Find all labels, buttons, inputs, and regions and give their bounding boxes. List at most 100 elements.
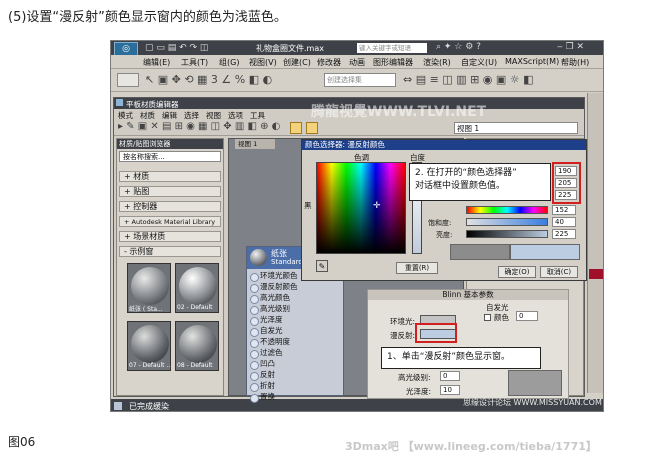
- menu-create[interactable]: 创建(C): [283, 57, 311, 70]
- menu-help[interactable]: 帮助(H): [561, 57, 589, 70]
- sample-slot-1[interactable]: 纸张 ( Sta...: [127, 263, 171, 313]
- menu-modifiers[interactable]: 修改器: [317, 57, 341, 70]
- menu-maxscript[interactable]: MAXScript(M): [505, 57, 559, 70]
- browser-search-input[interactable]: 按名称搜索...: [119, 151, 221, 162]
- value-slider[interactable]: [466, 230, 548, 238]
- cancel-button[interactable]: 取消(C): [540, 266, 578, 278]
- saturation-value[interactable]: 40: [552, 217, 576, 227]
- search-input[interactable]: 键入关键字或短语: [357, 43, 427, 53]
- ambient-label: 环境光:: [390, 317, 416, 326]
- toolbar-icons-left[interactable]: ↖ ▣ ✥ ⟲ ▦ 3 ∠ % ◧ ◐: [145, 73, 272, 86]
- eyedropper-icon[interactable]: ✎: [316, 260, 328, 272]
- selection-set-input[interactable]: 创建选择集: [324, 73, 396, 87]
- command-panel-strip[interactable]: [587, 93, 603, 393]
- group-scene-materials[interactable]: + 场景材质: [119, 231, 221, 242]
- menu-animation[interactable]: 动画: [349, 57, 365, 70]
- node-prop: 高光级别: [260, 304, 290, 313]
- menu-rendering[interactable]: 渲染(R): [423, 57, 451, 70]
- object-color-swatch[interactable]: [589, 269, 603, 279]
- blinn-rollout-title[interactable]: Blinn 基本参数: [368, 290, 568, 300]
- specular-level-input[interactable]: 0: [440, 371, 460, 381]
- group-autodesk-library[interactable]: + Autodesk Material Library: [119, 216, 221, 227]
- original-color-preview: [450, 244, 510, 260]
- sample-sphere: [131, 325, 169, 363]
- glossiness-input[interactable]: 10: [440, 385, 460, 395]
- sample-slot-3[interactable]: 07 - Default ...: [127, 321, 171, 371]
- glossiness-label: 光泽度:: [406, 387, 432, 396]
- menu-group[interactable]: 组(G): [219, 57, 239, 70]
- socket-specular-level[interactable]: [250, 306, 259, 315]
- node-preview-sphere: [250, 249, 267, 266]
- group-maps[interactable]: + 贴图: [119, 186, 221, 197]
- sample-slot-4[interactable]: 08 - Default: [175, 321, 219, 371]
- socket-opacity[interactable]: [250, 339, 259, 348]
- socket-bump[interactable]: [250, 361, 259, 370]
- menu-graph-editors[interactable]: 图形编辑器: [373, 57, 413, 70]
- sample-sphere: [179, 325, 217, 363]
- menu-views[interactable]: 视图(V): [249, 57, 277, 70]
- hue-blackness-field[interactable]: ✛: [316, 162, 406, 254]
- socket-displacement[interactable]: [250, 394, 259, 403]
- menu-customize[interactable]: 自定义(U): [461, 57, 497, 70]
- node-prop: 不透明度: [260, 337, 290, 346]
- ok-button[interactable]: 确定(O): [498, 266, 536, 278]
- socket-diffuse[interactable]: [250, 284, 259, 293]
- group-sample-slots[interactable]: - 示例窗: [119, 246, 221, 257]
- reset-button[interactable]: 重置(R): [396, 262, 438, 274]
- highlight-curve-preview: [508, 370, 562, 396]
- self-illum-color-label: 颜色: [494, 313, 509, 322]
- menu-edit[interactable]: 编辑(E): [143, 57, 170, 70]
- socket-reflection[interactable]: [250, 372, 259, 381]
- socket-glossiness[interactable]: [250, 317, 259, 326]
- slate-toolbar-icons[interactable]: ▸ ✎ ▣ ✕ ▤ ⊞ ◉ ▦ ◫ ✥ ▥ ◧ ⊕ ◐: [118, 121, 280, 132]
- figure-caption: 图06: [8, 435, 36, 449]
- node-prop: 光泽度: [260, 315, 283, 324]
- node-prop: 过滤色: [260, 348, 283, 357]
- hue-value[interactable]: 152: [552, 205, 576, 215]
- socket-specular[interactable]: [250, 295, 259, 304]
- sample-slot-2[interactable]: 02 - Default: [175, 263, 219, 313]
- color-picker-title: 颜色选择器: 漫反射颜色: [302, 140, 586, 150]
- slate-toolbar: ▸ ✎ ▣ ✕ ▤ ⊞ ◉ ▦ ◫ ✥ ▥ ◧ ⊕ ◐ 视图 1: [114, 120, 584, 136]
- self-illum-value[interactable]: 0: [516, 311, 538, 321]
- socket-filter[interactable]: [250, 350, 259, 359]
- title-bar: ◎ ▢ ▭ ▤ ↶ ↷ ◫ 礼物盒圈文件.max 键入关键字或短语 ⌕ ✦ ☆ …: [111, 41, 603, 56]
- show-maps-icon[interactable]: [306, 122, 318, 134]
- node-prop: 置换: [260, 392, 275, 401]
- quick-access-icons[interactable]: ▢ ▭ ▤ ↶ ↷ ◫: [145, 43, 240, 53]
- color-picker-dialog: 颜色选择器: 漫反射颜色 色调 白度 黑 ✛ ◀ ✎ 重置(R) 饱和度: 亮度…: [301, 139, 587, 281]
- socket-self-illum[interactable]: [250, 328, 259, 337]
- menu-tools[interactable]: 工具(T): [181, 57, 208, 70]
- saturation-slider[interactable]: [466, 218, 548, 226]
- blinn-params-rollout: Blinn 基本参数 自发光 颜色 0 环境光: 漫反射: 高光级别: 0 光泽…: [367, 289, 569, 399]
- value-label: 亮度:: [436, 231, 453, 239]
- rgb-highlight-box: [552, 162, 581, 204]
- toolbar-icons-right[interactable]: ⇔ ▤ ≡ ◫ ▥ ⊞ ◉ ▣ ☼ ◧: [403, 73, 534, 86]
- hide-maps-icon[interactable]: [290, 122, 302, 134]
- group-controllers[interactable]: + 控制器: [119, 201, 221, 212]
- watermark-center: 腾龍视覺WWW.TLVI.NET: [311, 104, 487, 120]
- node-prop: 环境光颜色: [260, 271, 298, 280]
- color-cursor: ✛: [373, 201, 381, 211]
- menu-bar: 编辑(E) 工具(T) 组(G) 视图(V) 创建(C) 修改器 动画 图形编辑…: [111, 55, 603, 70]
- sample-label: 02 - Default: [177, 304, 213, 311]
- view-tab[interactable]: 视图 1: [235, 139, 275, 149]
- node-prop: 反射: [260, 370, 275, 379]
- slate-icon: [116, 99, 123, 106]
- window-controls[interactable]: ‒ ❐ ✕: [557, 42, 584, 52]
- sample-sphere: [131, 267, 169, 305]
- hue-slider[interactable]: [466, 206, 548, 214]
- socket-refraction[interactable]: [250, 383, 259, 392]
- max-window: ◎ ▢ ▭ ▤ ↶ ↷ ◫ 礼物盒圈文件.max 键入关键字或短语 ⌕ ✦ ☆ …: [110, 40, 604, 412]
- self-illum-color-checkbox[interactable]: [484, 314, 491, 321]
- value-value[interactable]: 225: [552, 229, 576, 239]
- selection-filter-dropdown[interactable]: [117, 73, 139, 87]
- specular-level-label: 高光级别:: [398, 373, 431, 382]
- status-text: 已完成缓染: [129, 402, 169, 411]
- sample-label: 纸张 ( Sta...: [129, 306, 163, 313]
- view-dropdown[interactable]: 视图 1: [454, 122, 578, 134]
- max-logo-icon[interactable]: ◎: [114, 42, 138, 56]
- infocenter-icons[interactable]: ⌕ ✦ ☆ ⚙ ?: [436, 42, 481, 52]
- group-materials[interactable]: + 材质: [119, 171, 221, 182]
- socket-ambient[interactable]: [250, 273, 259, 282]
